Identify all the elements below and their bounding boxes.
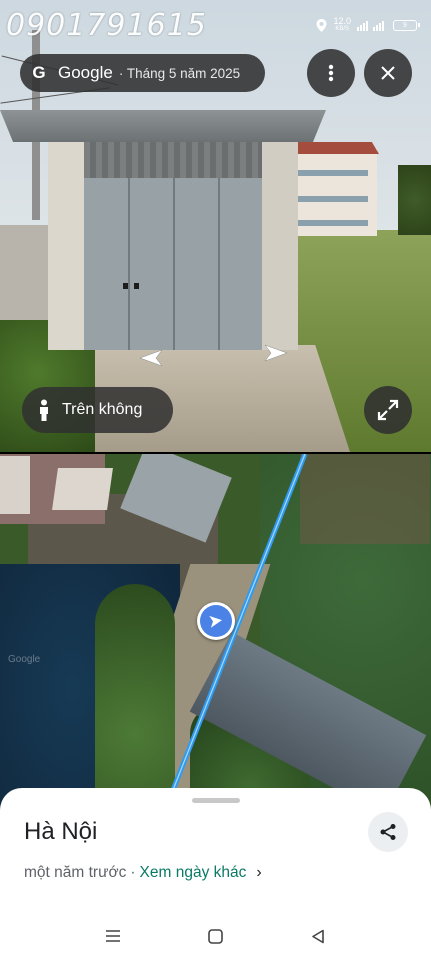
close-button[interactable] bbox=[364, 49, 412, 97]
share-button[interactable] bbox=[368, 812, 408, 852]
map-watermark: Google bbox=[8, 654, 41, 665]
gate-vent bbox=[84, 140, 262, 178]
signal-icon bbox=[357, 21, 384, 31]
background-building bbox=[290, 142, 379, 236]
nav-arrow-right-icon[interactable] bbox=[263, 343, 291, 363]
other-dates-link[interactable]: Xem ngày khác bbox=[140, 864, 247, 882]
gate-pillar-right bbox=[262, 135, 298, 350]
boundary-wall bbox=[0, 225, 50, 335]
time-ago: một năm trước bbox=[24, 864, 127, 881]
tree bbox=[398, 165, 431, 235]
home-nav-button[interactable] bbox=[203, 924, 227, 948]
aerial-view-toggle[interactable]: Trên không bbox=[22, 387, 173, 433]
home-square-icon bbox=[207, 928, 223, 944]
back-triangle-icon bbox=[312, 929, 324, 943]
more-vert-icon bbox=[328, 64, 334, 82]
close-icon bbox=[381, 66, 395, 80]
nav-arrow-left-icon[interactable] bbox=[136, 348, 164, 368]
battery-icon: 9 bbox=[393, 19, 420, 31]
warehouse-roof bbox=[0, 110, 326, 142]
system-nav-bar bbox=[0, 924, 431, 954]
current-position-marker[interactable] bbox=[197, 602, 235, 640]
navigation-arrow-icon bbox=[209, 615, 222, 628]
street-view-screen: 0901791615 12.0 KB/S 9 G Google · Tháng … bbox=[0, 0, 431, 960]
status-bar: 12.0 KB/S 9 bbox=[316, 16, 420, 33]
place-name: Hà Nội bbox=[24, 818, 98, 845]
aerial-view-label: Trên không bbox=[62, 401, 143, 418]
brand-label: Google bbox=[58, 63, 113, 82]
phone-watermark: 0901791615 bbox=[6, 8, 207, 43]
capture-info-line: một năm trước · Xem ngày khác › bbox=[24, 864, 262, 882]
menu-icon bbox=[106, 930, 120, 942]
network-speed: 12.0 KB/S bbox=[333, 16, 351, 33]
google-logo-icon: G bbox=[32, 63, 46, 82]
capture-date: · Tháng 5 năm 2025 bbox=[118, 65, 241, 81]
imagery-info-pill[interactable]: G Google · Tháng 5 năm 2025 bbox=[20, 54, 265, 92]
location-status-icon bbox=[316, 18, 327, 32]
sheet-drag-handle[interactable] bbox=[192, 798, 240, 803]
pegman-icon bbox=[40, 399, 48, 421]
back-nav-button[interactable] bbox=[306, 924, 330, 948]
expand-button[interactable] bbox=[364, 386, 412, 434]
expand-icon bbox=[377, 399, 399, 421]
menu-nav-button[interactable] bbox=[101, 924, 125, 948]
share-icon bbox=[380, 824, 396, 840]
gate-pillar-left bbox=[48, 135, 86, 350]
separator: · bbox=[130, 864, 136, 881]
more-options-button[interactable] bbox=[307, 49, 355, 97]
metal-gate bbox=[84, 178, 262, 350]
place-bottom-sheet[interactable]: Hà Nội một năm trước · Xem ngày khác › bbox=[0, 788, 431, 960]
chevron-right-icon[interactable]: › bbox=[256, 864, 261, 882]
